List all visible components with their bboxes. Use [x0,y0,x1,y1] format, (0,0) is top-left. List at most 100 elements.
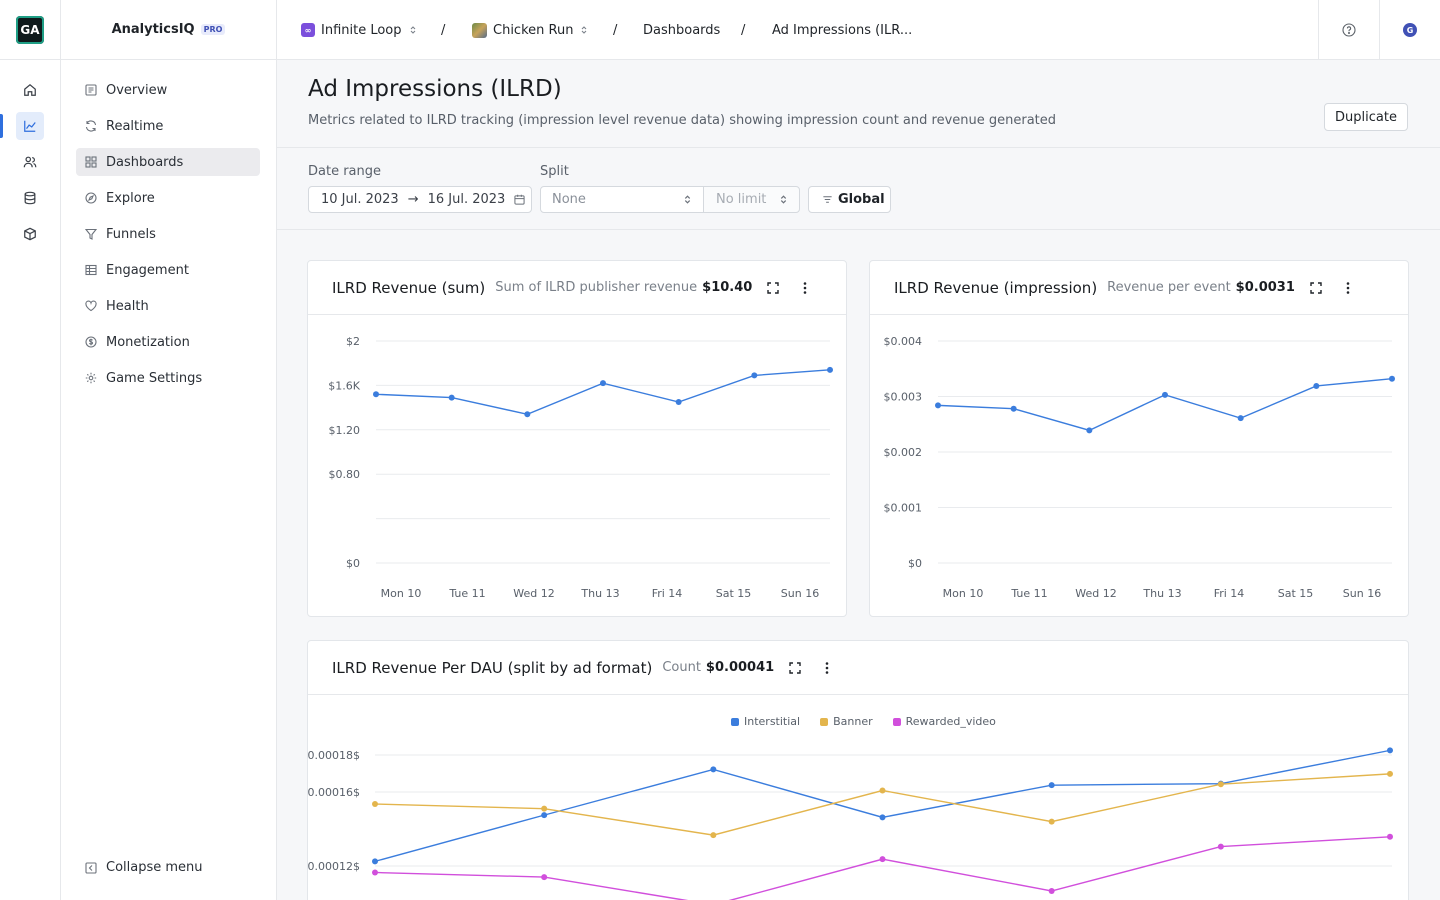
data-point [1162,391,1168,398]
home-icon[interactable] [16,76,44,104]
chevron-updown-icon [410,26,415,34]
chart-card-revenue-per-dau: ILRD Revenue Per DAU (split by ad format… [307,640,1409,900]
data-point [1313,382,1320,389]
sidebar-item-label: Health [106,298,149,314]
funnel-icon [85,228,97,240]
x-tick-label: Thu 13 [1142,587,1181,600]
card-header: ILRD Revenue (sum) Sum of ILRD publisher… [308,261,846,315]
series-line [937,378,1393,432]
data-point [710,832,717,839]
y-tick-label: 0.00012$ [308,860,360,873]
compass-icon [85,192,97,204]
card-metric-value: $0.00041 [705,660,775,675]
data-point [935,402,941,409]
y-tick-label: $1.20 [329,424,361,437]
split-select[interactable]: None [540,186,704,213]
data-point [827,366,833,373]
user-avatar[interactable]: G [1403,23,1417,37]
global-filter-button[interactable]: Global [808,186,891,213]
expand-icon[interactable] [1309,281,1323,295]
breadcrumb-dashboards[interactable]: Dashboards [643,0,720,60]
data-point [372,858,378,865]
data-point [879,814,886,821]
users-icon[interactable] [16,148,44,176]
series-line [374,836,1391,900]
filter-icon [823,196,832,203]
sidebar-item-label: Monetization [106,334,190,350]
y-tick-label: $0.003 [884,391,923,404]
sidebar-item-health[interactable]: Health [76,292,260,320]
x-tick-label: Sun 16 [781,587,819,600]
breadcrumb-org[interactable]: ∞ Infinite Loop [301,0,418,60]
split-label: Split [540,164,569,179]
page-subtitle: Metrics related to ILRD tracking (impres… [308,113,1057,128]
table-icon [85,264,97,276]
chart-card-revenue-impression: ILRD Revenue (impression) Revenue per ev… [869,260,1409,617]
breadcrumb-separator: / [741,22,746,38]
sidebar-item-label: Dashboards [106,154,184,170]
rail-divider [0,59,61,60]
sidebar-item-dashboards[interactable]: Dashboards [76,148,260,176]
y-tick-label: $1.6K [328,379,360,392]
date-range-picker[interactable]: 10 Jul. 2023 → 16 Jul. 2023 [308,186,532,213]
app-logo[interactable]: GA [16,16,44,44]
data-point [541,812,548,819]
rail-active-indicator [0,114,3,138]
sidebar: AnalyticsIQ PRO Overview Realtime Dashbo… [61,0,277,900]
data-point [372,869,378,876]
data-point [1048,818,1055,825]
help-icon[interactable] [1342,23,1356,37]
sidebar-item-funnels[interactable]: Funnels [76,220,260,248]
date-from: 10 Jul. 2023 [321,192,399,207]
collapse-icon [85,861,97,874]
breadcrumb-current: Ad Impressions (ILR... [772,22,913,38]
page-title: Ad Impressions (ILRD) [308,76,562,102]
topbar-divider [1379,0,1380,60]
expand-icon[interactable] [788,661,802,675]
more-vertical-icon[interactable] [820,661,834,675]
sidebar-item-explore[interactable]: Explore [76,184,260,212]
database-icon[interactable] [16,184,44,212]
package-icon[interactable] [16,220,44,248]
y-tick-label: $2 [346,335,360,348]
sidebar-item-label: Funnels [106,226,156,242]
card-title: ILRD Revenue (sum) [332,278,486,297]
brand: AnalyticsIQ PRO [61,0,276,60]
data-point [1387,747,1393,754]
data-point [710,766,717,773]
collapse-menu-button[interactable]: Collapse menu [85,860,203,875]
game-icon [472,22,487,38]
chart-icon[interactable] [16,112,44,140]
sidebar-item-overview[interactable]: Overview [76,76,260,104]
date-arrow: → [407,192,419,207]
sidebar-item-realtime[interactable]: Realtime [76,112,260,140]
heart-icon [85,300,97,312]
x-tick-label: Wed 12 [1075,587,1116,600]
breadcrumb-game[interactable]: Chicken Run [472,0,589,60]
sidebar-item-game-settings[interactable]: Game Settings [76,364,260,392]
series-line [374,773,1391,836]
x-tick-label: Sat 15 [716,587,752,600]
data-point [1237,415,1244,422]
y-tick-label: $0.001 [884,502,923,515]
topbar-divider [1318,0,1319,60]
data-point [541,874,548,881]
sidebar-item-monetization[interactable]: Monetization [76,328,260,356]
duplicate-button[interactable]: Duplicate [1324,103,1408,131]
more-vertical-icon[interactable] [798,281,812,295]
data-point [1010,405,1017,412]
data-point [373,391,379,398]
data-point [1217,843,1224,850]
data-point [1387,833,1393,840]
card-metric-label: Count [662,660,701,675]
expand-icon[interactable] [766,281,780,295]
y-tick-label: $0.004 [884,335,923,348]
data-point [524,411,531,418]
more-vertical-icon[interactable] [1341,281,1355,295]
icon-rail: GA [0,0,61,900]
breadcrumb-separator: / [441,22,446,38]
plan-badge: PRO [200,24,226,35]
data-point [372,801,378,808]
sidebar-item-engagement[interactable]: Engagement [76,256,260,284]
chevron-updown-icon [582,26,587,34]
